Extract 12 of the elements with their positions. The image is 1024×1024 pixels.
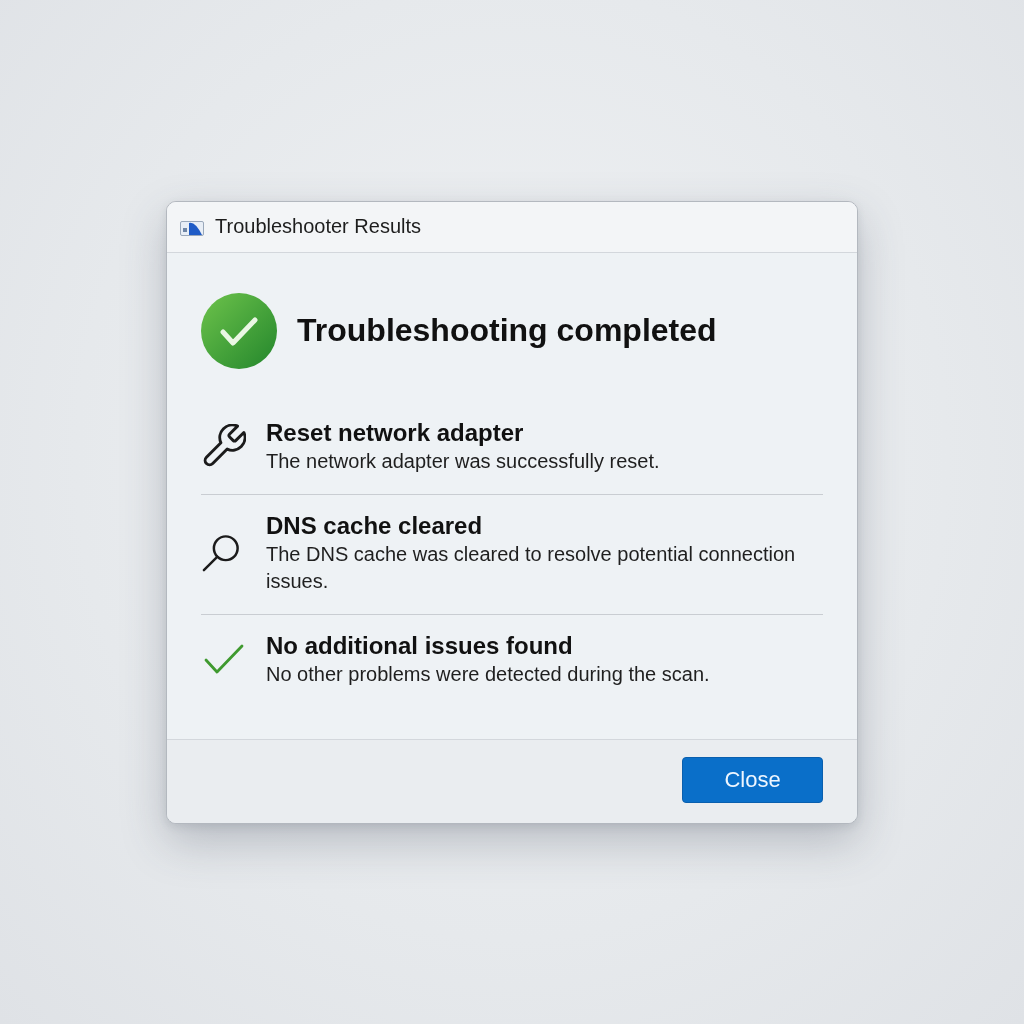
item-description: The network adapter was successfully reset. xyxy=(266,448,660,474)
search-icon xyxy=(202,533,240,572)
check-icon xyxy=(204,644,244,674)
item-title: No additional issues found xyxy=(266,630,573,661)
close-button[interactable]: Close xyxy=(682,757,823,803)
window-title: Troubleshooter Results xyxy=(215,215,422,238)
item-description: The DNS cache was cleared to resolve potential connection issues. xyxy=(266,541,797,594)
wrench-icon xyxy=(202,424,246,468)
item-title: Reset network adapter xyxy=(266,417,524,448)
item-title: DNS cache cleared xyxy=(266,510,483,541)
item-description: No other problems were detected during the scan. xyxy=(266,661,710,687)
status-heading: Troubleshooting completed xyxy=(297,312,717,349)
